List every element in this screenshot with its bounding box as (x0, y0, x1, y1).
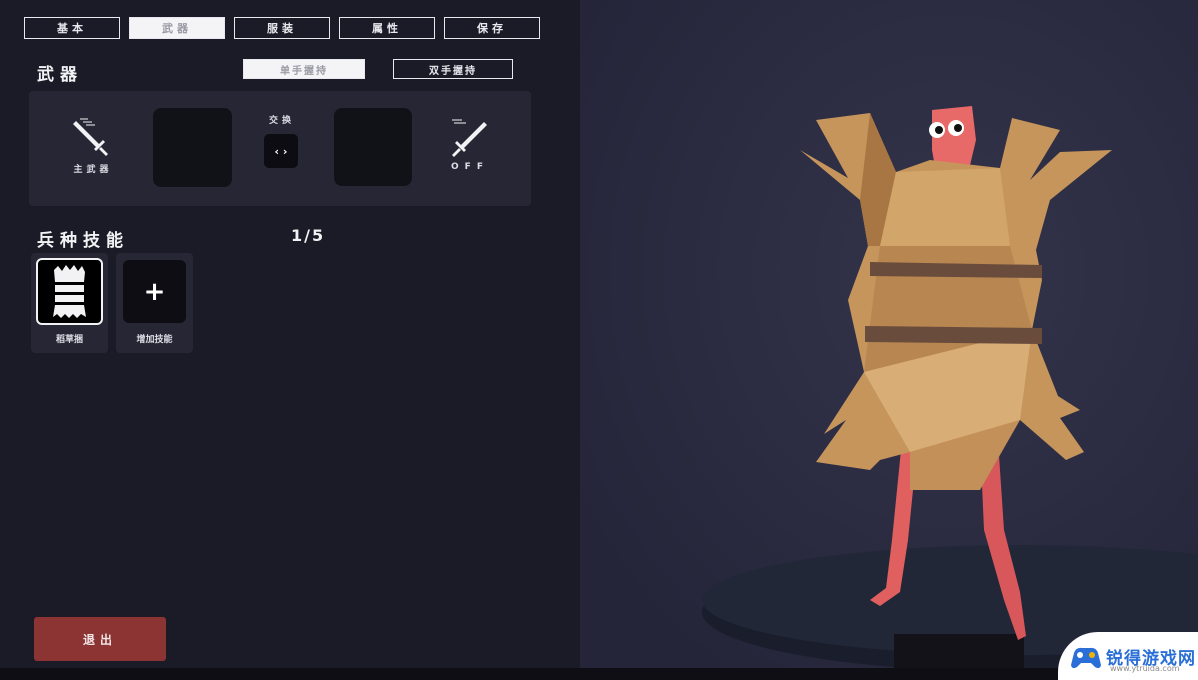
weapons-title: 武器 (37, 65, 83, 85)
character-preview (580, 0, 1198, 680)
bottom-bar (0, 668, 1198, 680)
tab-clothing[interactable]: 服装 (234, 17, 330, 39)
plus-icon: + (123, 260, 186, 323)
tab-save[interactable]: 保存 (444, 17, 540, 39)
main-weapon-label: 主武器 (73, 165, 113, 175)
swap-button[interactable]: ‹ › (264, 134, 298, 168)
skill-card-straw[interactable]: 稻草捆 (31, 253, 108, 353)
tab-weapons[interactable]: 武器 (129, 17, 225, 39)
skills-count: 1/5 (291, 226, 326, 245)
main-weapon-sword-icon[interactable] (70, 116, 112, 158)
off-weapon-label: OFF (451, 162, 489, 172)
exit-button[interactable]: 退出 (34, 617, 166, 661)
watermark-url: www.ytruida.com (1110, 664, 1180, 673)
tab-attributes[interactable]: 属性 (339, 17, 435, 39)
add-skill-label: 增加技能 (136, 335, 173, 345)
gamepad-logo-icon (1071, 647, 1101, 669)
one-hand-button[interactable]: 单手握持 (243, 59, 365, 79)
straw-unit-model (580, 0, 1198, 680)
off-weapon-sword-icon[interactable] (448, 117, 490, 159)
tab-basic[interactable]: 基本 (24, 17, 120, 39)
straw-bundle-icon (36, 258, 103, 325)
main-weapon-slot[interactable] (153, 108, 232, 187)
editor-panel: 基本 武器 服装 属性 保存 武器 单手握持 双手握持 主武器 交换 ‹ › O… (0, 0, 580, 680)
tab-bar: 基本 武器 服装 属性 保存 (24, 17, 540, 39)
skill-label-straw: 稻草捆 (55, 335, 83, 345)
off-weapon-slot[interactable] (334, 108, 412, 186)
swap-label: 交换 (268, 116, 295, 126)
add-skill-card[interactable]: + 增加技能 (116, 253, 193, 353)
two-hand-button[interactable]: 双手握持 (393, 59, 513, 79)
skills-title: 兵种技能 (37, 231, 129, 251)
